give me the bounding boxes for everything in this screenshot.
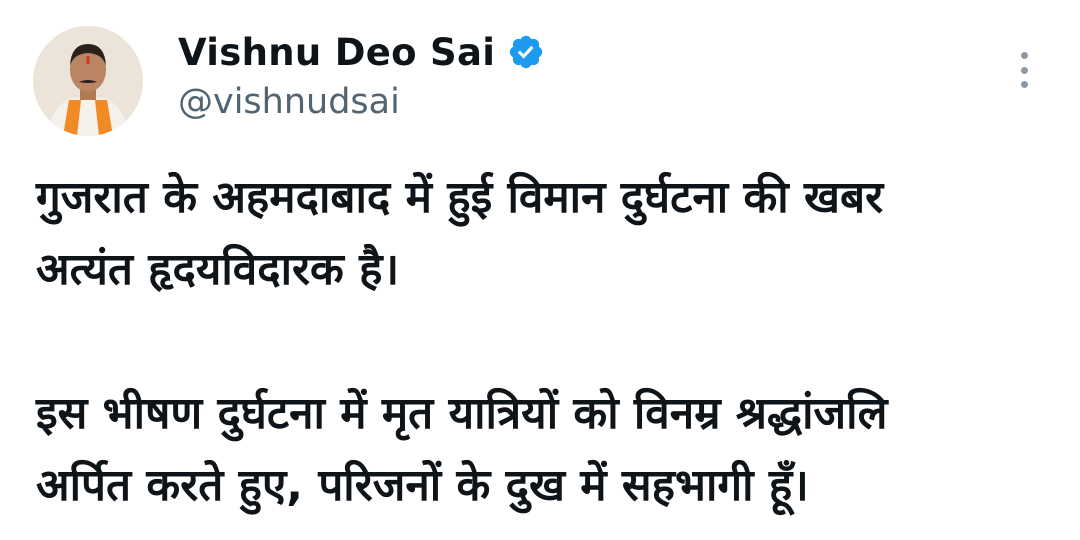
tweet-card: Vishnu Deo Sai @vishnudsai गुजरात के अहम… (0, 0, 1080, 540)
tweet-text-line: इस भीषण दुर्घटना में मृत यात्रियों को वि… (36, 388, 888, 439)
more-dot (1020, 52, 1028, 59)
tweet-body: गुजरात के अहमदाबाद में हुई विमान दुर्घटन… (36, 162, 1056, 522)
author-handle[interactable]: @vishnudsai (178, 80, 400, 124)
author-display-name[interactable]: Vishnu Deo Sai (178, 31, 495, 74)
more-dot (1020, 66, 1028, 74)
more-dot (1020, 81, 1028, 88)
tweet-text-line: अत्यंत हृदयविदारक है। (36, 244, 400, 295)
author-name-row[interactable]: Vishnu Deo Sai (178, 28, 545, 76)
verified-badge-icon (507, 33, 545, 71)
tweet-text-line: गुजरात के अहमदाबाद में हुई विमान दुर्घटन… (36, 172, 884, 223)
avatar[interactable] (33, 26, 143, 136)
profile-photo (33, 26, 143, 136)
tweet-text-line: अर्पित करते हुए, परिजनों के दुख में सहभा… (36, 460, 809, 511)
more-vertical-icon[interactable] (1006, 50, 1042, 90)
